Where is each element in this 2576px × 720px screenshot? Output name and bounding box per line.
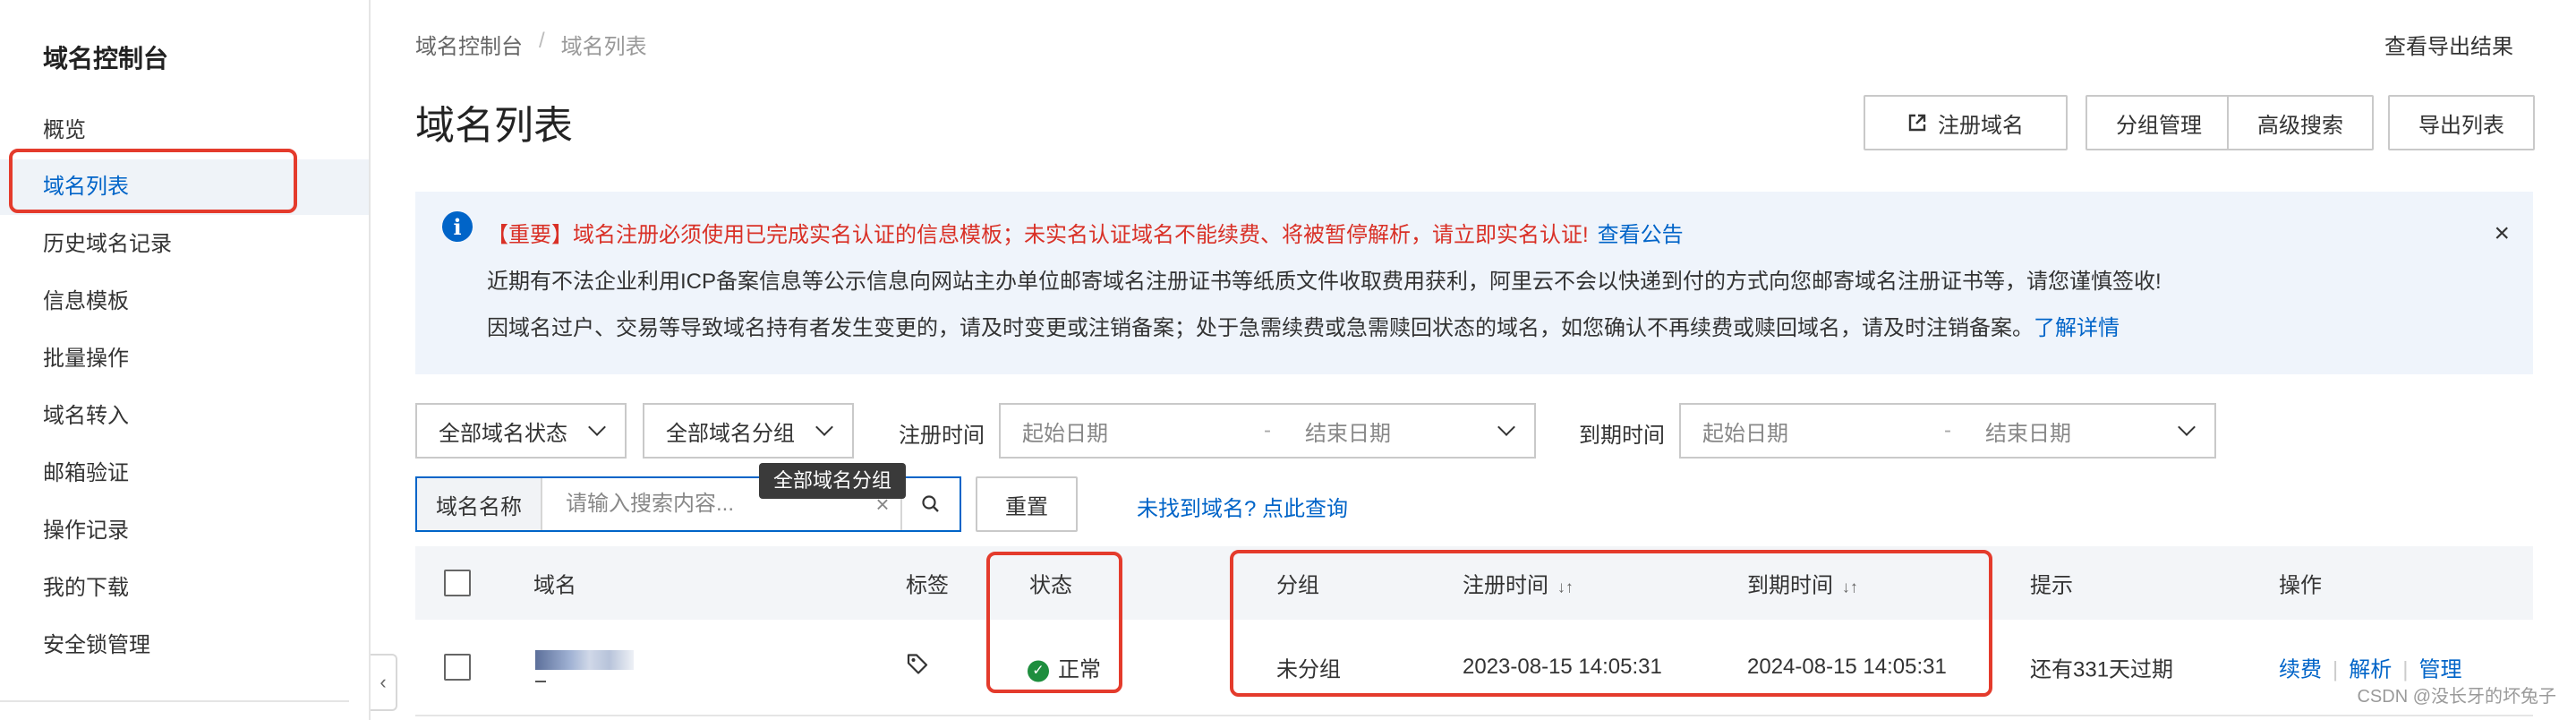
sidebar-item-history[interactable]: 历史域名记录 — [0, 217, 369, 272]
sidebar-title: 域名控制台 — [43, 45, 169, 73]
domain-not-found-link[interactable]: 未找到域名? 点此查询 — [1137, 491, 1348, 522]
renew-link[interactable]: 续费 — [2279, 658, 2322, 682]
col-hint: 提示 — [2030, 573, 2073, 598]
col-register-time-label: 注册时间 — [1463, 573, 1548, 598]
sidebar-item-templates[interactable]: 信息模板 — [0, 274, 369, 330]
col-tag: 标签 — [906, 573, 949, 598]
expire-end-date[interactable]: 结束日期 — [1985, 416, 2180, 447]
search-icon — [922, 495, 939, 512]
group-select-tooltip: 全部域名分组 — [759, 463, 907, 499]
register-date-range[interactable]: 起始日期 - 结束日期 — [999, 403, 1536, 459]
chevron-down-icon — [588, 418, 606, 436]
select-all-checkbox[interactable] — [444, 570, 471, 596]
expire-time-label: 到期时间 — [1579, 424, 1665, 448]
register-end-date[interactable]: 结束日期 — [1305, 416, 1500, 447]
col-ops: 操作 — [2279, 573, 2322, 598]
advanced-search-button[interactable]: 高级搜索 — [2227, 95, 2374, 150]
info-icon: i — [442, 211, 473, 242]
action-divider: | — [2402, 657, 2409, 682]
watermark: CSDN @没长牙的坏兔子 — [2357, 687, 2556, 707]
redacted-domain-suffix — [535, 681, 546, 682]
breadcrumb-root[interactable]: 域名控制台 — [415, 29, 523, 60]
notice-line-important: 【重要】域名注册必须使用已完成实名认证的信息模板；未实名认证域名不能续费、将被暂… — [487, 217, 1684, 248]
close-icon[interactable]: × — [2494, 219, 2510, 249]
col-register-time[interactable]: 注册时间 ↓↑ — [1463, 568, 1574, 599]
status-text: 正常 — [1058, 657, 1101, 682]
expire-date-range[interactable]: 起始日期 - 结束日期 — [1679, 403, 2216, 459]
notice-banner: i 【重要】域名注册必须使用已完成实名认证的信息模板；未实名认证域名不能续费、将… — [415, 192, 2533, 374]
view-announcement-link[interactable]: 查看公告 — [1598, 223, 1684, 247]
register-time-label: 注册时间 — [899, 424, 985, 448]
register-domain-label: 注册域名 — [1938, 113, 2024, 138]
col-expire-time-label: 到期时间 — [1747, 573, 1833, 598]
row-checkbox[interactable] — [444, 654, 471, 681]
sidebar-divider — [0, 700, 349, 702]
check-circle-icon: ✓ — [1028, 660, 1049, 682]
sidebar-item-domain-list[interactable]: 域名列表 — [0, 159, 369, 215]
learn-more-link[interactable]: 了解详情 — [2034, 316, 2120, 340]
domain-status-select[interactable]: 全部域名状态 — [415, 403, 627, 459]
register-domain-button[interactable]: 注册域名 — [1864, 95, 2068, 150]
breadcrumb: 域名控制台 / 域名列表 — [415, 29, 647, 60]
chevron-down-icon — [2178, 418, 2196, 436]
breadcrumb-separator: / — [539, 29, 545, 53]
notice-line-transfer: 因域名过户、交易等导致域名持有者发生变更的，请及时变更或注销备案；处于急需续费或… — [487, 310, 2120, 341]
tag-button[interactable] — [906, 653, 929, 682]
chevron-down-icon — [1497, 418, 1515, 436]
sidebar-item-overview[interactable]: 概览 — [0, 103, 369, 159]
tag-icon — [907, 654, 928, 674]
domain-group-value: 全部域名分组 — [666, 421, 795, 446]
expire-start-date[interactable]: 起始日期 — [1702, 416, 1944, 447]
sort-icon[interactable]: ↓↑ — [1557, 579, 1574, 597]
sidebar-item-email-verify[interactable]: 邮箱验证 — [0, 446, 369, 501]
expire-hint: 还有331天过期 — [2030, 657, 2174, 682]
search-button[interactable] — [900, 478, 960, 530]
search-field-label[interactable]: 域名名称 — [417, 478, 542, 530]
reset-button[interactable]: 重置 — [976, 476, 1078, 532]
col-status: 状态 — [1029, 573, 1072, 598]
resolve-link[interactable]: 解析 — [2349, 658, 2392, 682]
export-result-link[interactable]: 查看导出结果 — [2384, 29, 2513, 60]
export-list-button[interactable]: 导出列表 — [2388, 95, 2535, 150]
notice-line-fraud: 近期有不法企业利用ICP备案信息等公示信息向网站主办单位邮寄域名注册证书等纸质文… — [487, 270, 2162, 294]
sidebar-item-op-log[interactable]: 操作记录 — [0, 503, 369, 559]
row-actions: 续费 | 解析 | 管理 — [2279, 652, 2461, 683]
domain-status-value: 全部域名状态 — [439, 421, 567, 446]
sidebar-item-transfer[interactable]: 域名转入 — [0, 389, 369, 444]
notice-important-text: 【重要】域名注册必须使用已完成实名认证的信息模板；未实名认证域名不能续费、将被暂… — [487, 223, 1589, 247]
register-start-date[interactable]: 起始日期 — [1022, 416, 1264, 447]
group-value: 未分组 — [1276, 657, 1341, 682]
sidebar-collapse-button[interactable]: ‹ — [371, 654, 397, 711]
expire-time-value: 2024-08-15 14:05:31 — [1747, 655, 1947, 679]
col-domain: 域名 — [533, 573, 576, 598]
notice-transfer-text: 因域名过户、交易等导致域名持有者发生变更的，请及时变更或注销备案；处于急需续费或… — [487, 316, 2034, 340]
chevron-down-icon — [815, 418, 833, 436]
sort-icon[interactable]: ↓↑ — [1842, 579, 1858, 597]
manage-link[interactable]: 管理 — [2418, 658, 2461, 682]
sidebar: 域名控制台 概览 域名列表 历史域名记录 信息模板 批量操作 域名转入 邮箱验证… — [0, 0, 371, 720]
sidebar-item-downloads[interactable]: 我的下载 — [0, 561, 369, 616]
table-row: ✓ 正常 未分组 2023-08-15 14:05:31 2024-08-15 1… — [415, 620, 2533, 716]
group-manage-button[interactable]: 分组管理 — [2086, 95, 2232, 150]
page-title: 域名列表 — [415, 104, 573, 148]
range-separator: - — [1264, 418, 1271, 442]
table-header: 域名 标签 状态 分组 注册时间 ↓↑ 到期时间 ↓↑ 提示 操作 — [415, 546, 2533, 620]
status-badge: ✓ 正常 — [1028, 652, 1101, 683]
col-expire-time[interactable]: 到期时间 ↓↑ — [1747, 568, 1858, 599]
sidebar-item-security-lock[interactable]: 安全锁管理 — [0, 618, 369, 673]
range-separator: - — [1944, 418, 1951, 442]
redacted-domain-name[interactable] — [535, 650, 634, 670]
action-divider: | — [2333, 657, 2339, 682]
sidebar-item-batch[interactable]: 批量操作 — [0, 331, 369, 387]
col-group: 分组 — [1276, 573, 1319, 598]
external-link-icon — [1908, 114, 1926, 132]
chevron-left-icon: ‹ — [380, 671, 387, 693]
register-time-value: 2023-08-15 14:05:31 — [1463, 655, 1662, 679]
breadcrumb-current: 域名列表 — [560, 35, 647, 59]
domain-group-select[interactable]: 全部域名分组 — [643, 403, 854, 459]
